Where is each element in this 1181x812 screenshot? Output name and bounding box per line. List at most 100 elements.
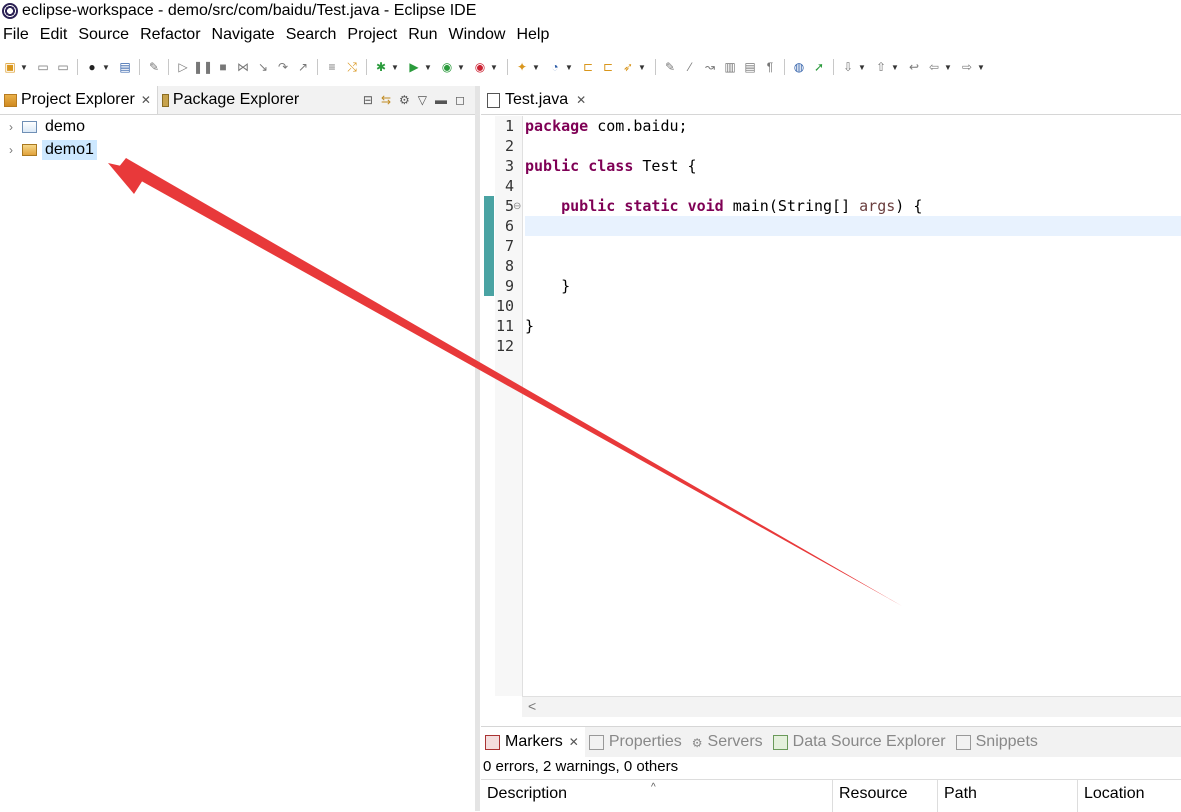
close-icon[interactable]: ✕ [576, 93, 586, 107]
toggle-block-selection-icon[interactable]: ↝ [702, 59, 718, 75]
tab-servers[interactable]: ⚙ Servers [688, 727, 769, 757]
code-text: ) { [895, 197, 923, 215]
sort-ascending-icon: ^ [651, 782, 656, 793]
fold-collapse-icon[interactable]: ⊖ [513, 201, 521, 212]
menu-bar: File Edit Source Refactor Navigate Searc… [0, 24, 556, 46]
eclipse-logo-icon [2, 3, 18, 19]
code-editor[interactable]: 1 2 3 4 5 6 7 8 9 10 11 12 ⊖ package com… [481, 116, 1181, 717]
new-icon[interactable]: ▣ [2, 59, 18, 75]
debug-icon[interactable]: ✱ [373, 59, 389, 75]
chevron-right-icon[interactable]: › [5, 143, 17, 157]
step-into-icon[interactable]: ↘ [255, 59, 271, 75]
show-whitespace-icon[interactable]: ▥ [722, 59, 738, 75]
last-edit-icon[interactable]: ↩ [906, 59, 922, 75]
menu-project[interactable]: Project [343, 24, 404, 46]
previous-annotation-icon[interactable]: ⇧ [873, 59, 889, 75]
toolbar-separator [833, 59, 834, 75]
chevron-down-icon[interactable]: ▼ [565, 59, 573, 75]
menu-window[interactable]: Window [445, 24, 513, 46]
toggle-mark-occurrences-icon[interactable]: ✎ [662, 59, 678, 75]
tree-item-demo1[interactable]: › demo1 [0, 138, 475, 161]
coverage-icon[interactable]: ◉ [439, 59, 455, 75]
step-over-icon[interactable]: ↷ [275, 59, 291, 75]
tree-item-demo[interactable]: › demo [0, 115, 475, 138]
suspend-icon[interactable]: ❚❚ [193, 59, 213, 75]
tab-snippets[interactable]: Snippets [952, 727, 1044, 757]
new-java-project-icon[interactable]: ✦ [514, 59, 530, 75]
scroll-left-icon[interactable]: < [528, 698, 536, 714]
next-annotation-icon[interactable]: ⇩ [840, 59, 856, 75]
menu-source[interactable]: Source [74, 24, 136, 46]
chevron-down-icon[interactable]: ▼ [457, 59, 465, 75]
external-tools-icon[interactable]: ◉ [472, 59, 488, 75]
skip-breakpoints-icon[interactable]: ✎ [146, 59, 162, 75]
resume-icon[interactable]: ▷ [175, 59, 191, 75]
chevron-down-icon[interactable]: ▼ [977, 59, 985, 75]
chevron-down-icon[interactable]: ▼ [490, 59, 498, 75]
tab-package-explorer[interactable]: Package Explorer [158, 87, 305, 114]
save-all-icon[interactable]: ▭ [55, 59, 71, 75]
tab-project-explorer[interactable]: Project Explorer ✕ [0, 86, 158, 114]
save-icon[interactable]: ▭ [35, 59, 51, 75]
run-icon[interactable]: ▶ [406, 59, 422, 75]
disconnect-icon[interactable]: ⋈ [235, 59, 251, 75]
terminate-icon[interactable]: ■ [215, 59, 231, 75]
open-task-icon[interactable]: ⊏ [600, 59, 616, 75]
menu-search[interactable]: Search [282, 24, 344, 46]
chevron-down-icon[interactable]: ▼ [944, 59, 952, 75]
column-location[interactable]: Location [1078, 780, 1181, 812]
panel-divider[interactable] [475, 86, 480, 811]
chevron-down-icon[interactable]: ▼ [638, 59, 646, 75]
toggle-breadcrumb-icon[interactable]: ⁄ [682, 59, 698, 75]
open-type-icon[interactable]: ⊏ [580, 59, 596, 75]
horizontal-scrollbar[interactable]: < [522, 696, 1181, 717]
tab-data-source-explorer[interactable]: Data Source Explorer [769, 727, 952, 757]
tab-markers[interactable]: Markers ✕ [481, 727, 585, 757]
column-description[interactable]: ^ Description [481, 780, 833, 812]
menu-file[interactable]: File [0, 24, 36, 46]
chevron-down-icon[interactable]: ▼ [424, 59, 432, 75]
close-icon[interactable]: ✕ [569, 735, 579, 749]
tab-test-java[interactable]: Test.java ✕ [481, 86, 595, 114]
back-icon[interactable]: ⇦ [926, 59, 942, 75]
tab-label: Properties [608, 733, 682, 750]
column-resource[interactable]: Resource [833, 780, 938, 812]
menu-run[interactable]: Run [404, 24, 444, 46]
minimize-icon[interactable]: ▬ [435, 93, 447, 107]
chevron-down-icon[interactable]: ▼ [20, 59, 28, 75]
menu-navigate[interactable]: Navigate [208, 24, 282, 46]
pilcrow-icon[interactable]: ¶ [762, 59, 778, 75]
tree-item-label: demo [45, 117, 86, 135]
chevron-down-icon[interactable]: ▼ [891, 59, 899, 75]
new-class-icon[interactable]: ◔ [547, 59, 563, 75]
collapse-all-icon[interactable]: ⊟ [363, 93, 373, 107]
use-step-filters-icon[interactable]: ⤭ [344, 59, 360, 75]
user-icon[interactable]: ● [84, 59, 100, 75]
forward-icon[interactable]: ⇨ [959, 59, 975, 75]
close-icon[interactable]: ✕ [141, 93, 151, 107]
chevron-right-icon[interactable]: › [5, 120, 17, 134]
globe-icon[interactable]: ◍ [791, 59, 807, 75]
drop-to-frame-icon[interactable]: ≡ [324, 59, 340, 75]
menu-help[interactable]: Help [512, 24, 556, 46]
word-wrap-icon[interactable]: ▤ [742, 59, 758, 75]
launch-icon[interactable]: ➚ [811, 59, 827, 75]
menu-edit[interactable]: Edit [36, 24, 75, 46]
link-with-editor-icon[interactable]: ⇆ [381, 93, 391, 107]
chevron-down-icon[interactable]: ▼ [391, 59, 399, 75]
chevron-down-icon[interactable]: ▼ [102, 59, 110, 75]
tab-properties[interactable]: Properties [585, 727, 688, 757]
step-return-icon[interactable]: ↗ [295, 59, 311, 75]
keyword: public [561, 197, 616, 215]
chevron-down-icon[interactable]: ▼ [858, 59, 866, 75]
column-path[interactable]: Path [938, 780, 1078, 812]
menu-refactor[interactable]: Refactor [136, 24, 207, 46]
view-menu-icon[interactable]: ▽ [418, 93, 427, 107]
view-settings-icon[interactable]: ⚙ [399, 93, 410, 107]
console-icon[interactable]: ▤ [117, 59, 133, 75]
chevron-down-icon[interactable]: ▼ [532, 59, 540, 75]
search-icon[interactable]: ➶ [620, 59, 636, 75]
line-number: 10 [495, 297, 514, 315]
tab-label: Data Source Explorer [792, 733, 946, 750]
maximize-icon[interactable]: ◻ [455, 93, 465, 107]
